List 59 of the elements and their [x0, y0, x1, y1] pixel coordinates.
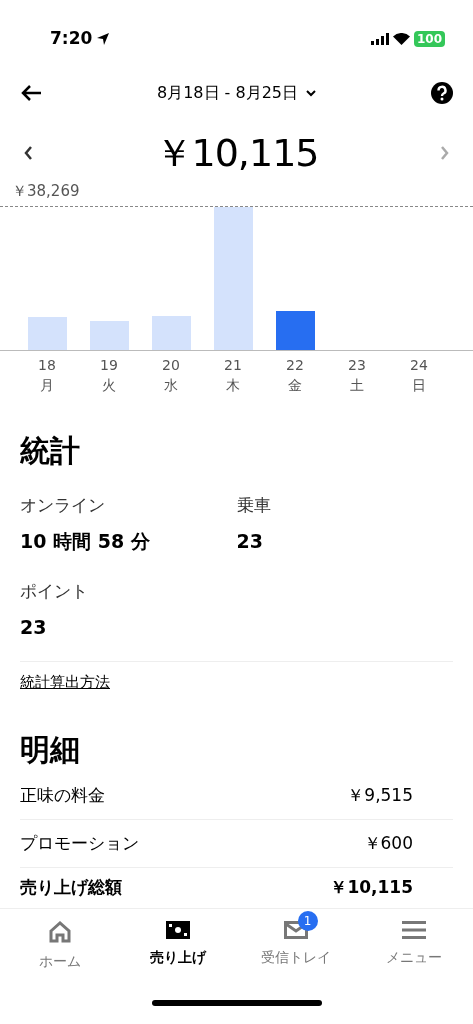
- stat-value: 23: [236, 528, 264, 554]
- day-number: 22: [285, 356, 305, 375]
- date-range-dropdown[interactable]: 8月18日 - 8月25日: [157, 83, 316, 103]
- next-button[interactable]: [440, 146, 449, 160]
- back-button[interactable]: [20, 84, 42, 102]
- weekday-label: 火: [101, 376, 117, 395]
- menu-icon: [401, 921, 426, 939]
- bar[interactable]: [27, 317, 67, 350]
- detail-amount: ￥10,115: [330, 876, 413, 900]
- weekday-label: 木: [225, 376, 241, 395]
- tab-item[interactable]: 1 受信トレイ: [236, 909, 355, 986]
- total-amount: ￥10,115: [154, 129, 319, 177]
- tab-item[interactable]: メニュー: [354, 909, 473, 986]
- wifi-icon: [392, 33, 410, 45]
- detail-label: 正味の料金: [20, 783, 105, 807]
- stat-value: 23: [20, 614, 48, 640]
- back-arrow-icon: [20, 84, 42, 102]
- help-icon: [431, 82, 453, 104]
- stats-method-link[interactable]: 統計算出方法: [20, 673, 110, 691]
- weekday-label: 日: [411, 376, 427, 395]
- chart-max-label: ￥38,269: [12, 182, 80, 200]
- day-number: 23: [347, 356, 367, 375]
- notification-badge: 1: [297, 911, 318, 931]
- day-number: 21: [223, 356, 243, 375]
- detail-amount: ￥600: [363, 831, 413, 855]
- help-button[interactable]: [431, 82, 453, 104]
- detail-label: 売り上げ総額: [20, 876, 122, 900]
- tab-item[interactable]: 売り上げ: [118, 909, 237, 986]
- section-heading: 明細: [20, 732, 81, 768]
- bar[interactable]: [213, 207, 253, 350]
- stat-label: オンライン: [20, 494, 106, 517]
- location-arrow-icon: [96, 32, 111, 46]
- home-icon: [48, 921, 71, 943]
- clock-time: 7:20: [50, 27, 93, 51]
- day-number: 19: [99, 356, 119, 375]
- chevron-left-icon: [24, 146, 33, 160]
- cash-icon: [165, 921, 190, 939]
- stat-label: 乗車: [236, 494, 272, 517]
- detail-label: プロモーション: [20, 831, 139, 855]
- day-number: 18: [37, 356, 57, 375]
- bar[interactable]: [89, 321, 129, 350]
- section-heading: 統計: [20, 433, 81, 469]
- weekday-label: 月: [39, 376, 55, 395]
- weekday-label: 水: [163, 376, 179, 395]
- selected-bar[interactable]: [275, 311, 315, 350]
- detail-amount: ￥9,515: [347, 783, 413, 807]
- previous-button[interactable]: [24, 146, 33, 160]
- chevron-right-icon: [440, 146, 449, 160]
- stat-label: ポイント: [20, 580, 89, 603]
- tab-item[interactable]: ホーム: [0, 909, 119, 986]
- weekday-label: 金: [287, 376, 303, 395]
- stat-value: 10 時間 58 分: [20, 528, 151, 554]
- caret-icon: [306, 89, 316, 97]
- weekday-label: 土: [349, 376, 365, 395]
- bar[interactable]: [151, 315, 191, 350]
- battery-level: 100: [413, 30, 445, 48]
- day-number: 20: [161, 356, 181, 375]
- signal-icon: [370, 33, 389, 45]
- day-number: 24: [409, 356, 429, 375]
